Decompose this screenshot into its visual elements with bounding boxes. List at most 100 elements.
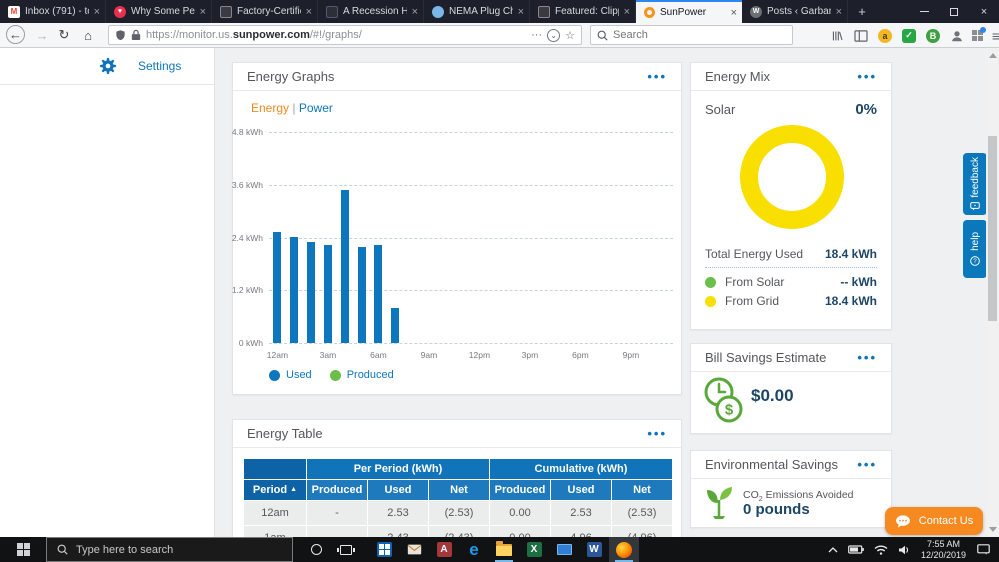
home-button[interactable]: ⌂ (78, 25, 98, 45)
card-menu-dots[interactable]: ••• (857, 350, 877, 365)
edge-button[interactable]: e (459, 537, 489, 562)
task-view-button[interactable] (331, 537, 361, 562)
mail-button[interactable] (399, 537, 429, 562)
chart-bar[interactable] (391, 308, 400, 343)
forward-button[interactable]: → (32, 25, 52, 45)
column-header[interactable]: Net (612, 480, 672, 500)
browser-search-bar[interactable] (590, 25, 793, 45)
lock-icon[interactable] (131, 29, 141, 41)
cortana-button[interactable] (301, 537, 331, 562)
speaker-icon[interactable] (893, 537, 915, 562)
page-actions-icon[interactable]: ··· (531, 29, 542, 41)
hamburger-menu-icon[interactable]: ≡ (985, 26, 999, 45)
chart-bar[interactable] (273, 231, 282, 343)
scrollbar-thumb[interactable] (988, 136, 997, 321)
taskbar-clock[interactable]: 7:55 AM 12/20/2019 (915, 539, 972, 561)
toggle-power[interactable]: Power (299, 101, 333, 115)
new-tab-button[interactable]: + (848, 0, 876, 23)
sidebar-toggle-icon[interactable] (850, 26, 872, 45)
tab-nema-plug-chart[interactable]: NEMA Plug Chart - × (424, 0, 530, 23)
store-button[interactable] (369, 537, 399, 562)
chart-bar[interactable] (374, 244, 383, 343)
search-input[interactable] (613, 29, 786, 41)
reload-button[interactable]: ↻ (54, 25, 74, 45)
card-menu-dots[interactable]: ••• (647, 426, 667, 441)
tab-inbox[interactable]: M Inbox (791) - toulou × (0, 0, 106, 23)
tab-clippercreek[interactable]: Featured: ClipperCre × (530, 0, 636, 23)
windows-logo-icon (16, 543, 30, 556)
extension-yellow-icon[interactable]: a (874, 26, 896, 45)
column-header[interactable]: Used (368, 480, 428, 500)
sidebar-item-settings[interactable]: Settings (0, 48, 214, 85)
tab-close-icon[interactable]: × (412, 6, 418, 18)
card-menu-dots[interactable]: ••• (647, 69, 667, 84)
excel-icon: X (526, 542, 542, 557)
scrollbar-up-arrow[interactable] (989, 53, 997, 58)
restore-button[interactable] (939, 0, 969, 23)
chart-bar[interactable] (323, 244, 332, 343)
extension-green-b-icon[interactable]: B (922, 26, 944, 45)
column-header[interactable]: Used (551, 480, 611, 500)
tab-garbanzo-posts[interactable]: W Posts ‹ Garbanzo Be × (742, 0, 848, 23)
scrollbar-down-arrow[interactable] (989, 527, 997, 532)
chart-bar[interactable] (307, 242, 316, 343)
feedback-side-tab[interactable]: feedback (963, 153, 987, 215)
toggle-energy[interactable]: Energy (251, 101, 289, 115)
tab-why-some-people[interactable]: ♥ Why Some People A × (106, 0, 212, 23)
tab-close-icon[interactable]: × (200, 6, 206, 18)
extension-green-check-icon[interactable]: ✓ (898, 26, 920, 45)
period-sort-header[interactable]: Period ▲ (244, 480, 306, 500)
tab-close-icon[interactable]: × (94, 6, 100, 18)
chart-bar[interactable] (290, 237, 299, 343)
column-header[interactable]: Net (429, 480, 489, 500)
contact-us-button[interactable]: Contact Us (885, 507, 983, 535)
tab-recession[interactable]: A Recession Hasn't × (318, 0, 424, 23)
help-side-tab[interactable]: help ? (963, 220, 987, 278)
url-bar[interactable]: https://monitor.us.sunpower.com/#!/graph… (108, 25, 582, 45)
close-window-button[interactable]: × (969, 0, 999, 23)
energy-mix-donut-chart (740, 125, 844, 229)
pocket-icon[interactable]: ⌄ (547, 28, 561, 42)
cell: (4.96) (612, 526, 672, 537)
tab-close-icon[interactable]: × (518, 6, 524, 18)
device-app-button[interactable] (549, 537, 579, 562)
column-header[interactable]: Produced (490, 480, 550, 500)
tab-factory-certified[interactable]: Factory-Certified Cli × (212, 0, 318, 23)
tab-close-icon[interactable]: × (306, 6, 312, 18)
card-menu-dots[interactable]: ••• (857, 69, 877, 84)
access-app-button[interactable]: A (429, 537, 459, 562)
tray-chevron-icon[interactable] (823, 537, 843, 562)
x-axis-tick-label: 3pm (521, 350, 539, 360)
card-title: Bill Savings Estimate (705, 350, 827, 365)
file-explorer-button[interactable] (489, 537, 519, 562)
minimize-button[interactable] (909, 0, 939, 23)
library-icon[interactable] (826, 26, 848, 45)
tab-close-icon[interactable]: × (731, 7, 737, 19)
chart-bar[interactable] (357, 246, 366, 343)
per-period-header: Per Period (kWh) (307, 459, 489, 479)
battery-icon[interactable] (843, 537, 869, 562)
account-icon[interactable] (946, 26, 968, 45)
card-title: Energy Graphs (247, 69, 335, 84)
produced-dot-icon (329, 369, 341, 381)
action-center-icon[interactable] (972, 537, 999, 562)
back-button[interactable]: ← (6, 25, 25, 44)
bookmark-star-icon[interactable]: ☆ (565, 29, 575, 42)
page-scrollbar[interactable] (986, 48, 999, 537)
card-menu-dots[interactable]: ••• (857, 457, 877, 472)
tab-close-icon[interactable]: × (836, 6, 842, 18)
firefox-button[interactable] (609, 537, 639, 562)
tab-close-icon[interactable]: × (624, 6, 630, 18)
column-header[interactable]: Produced (307, 480, 367, 500)
word-button[interactable]: W (579, 537, 609, 562)
tab-sunpower-active[interactable]: SunPower × (636, 0, 742, 23)
solar-percent-value: 0% (855, 101, 877, 118)
excel-button[interactable]: X (519, 537, 549, 562)
taskbar-search-box[interactable]: Type here to search (46, 537, 293, 562)
wifi-icon[interactable] (869, 537, 893, 562)
chart-bar[interactable] (340, 190, 349, 343)
table-corner-cell (244, 459, 306, 479)
start-button[interactable] (0, 537, 46, 562)
legend-produced: Produced (329, 369, 394, 381)
shield-icon[interactable] (115, 29, 126, 41)
